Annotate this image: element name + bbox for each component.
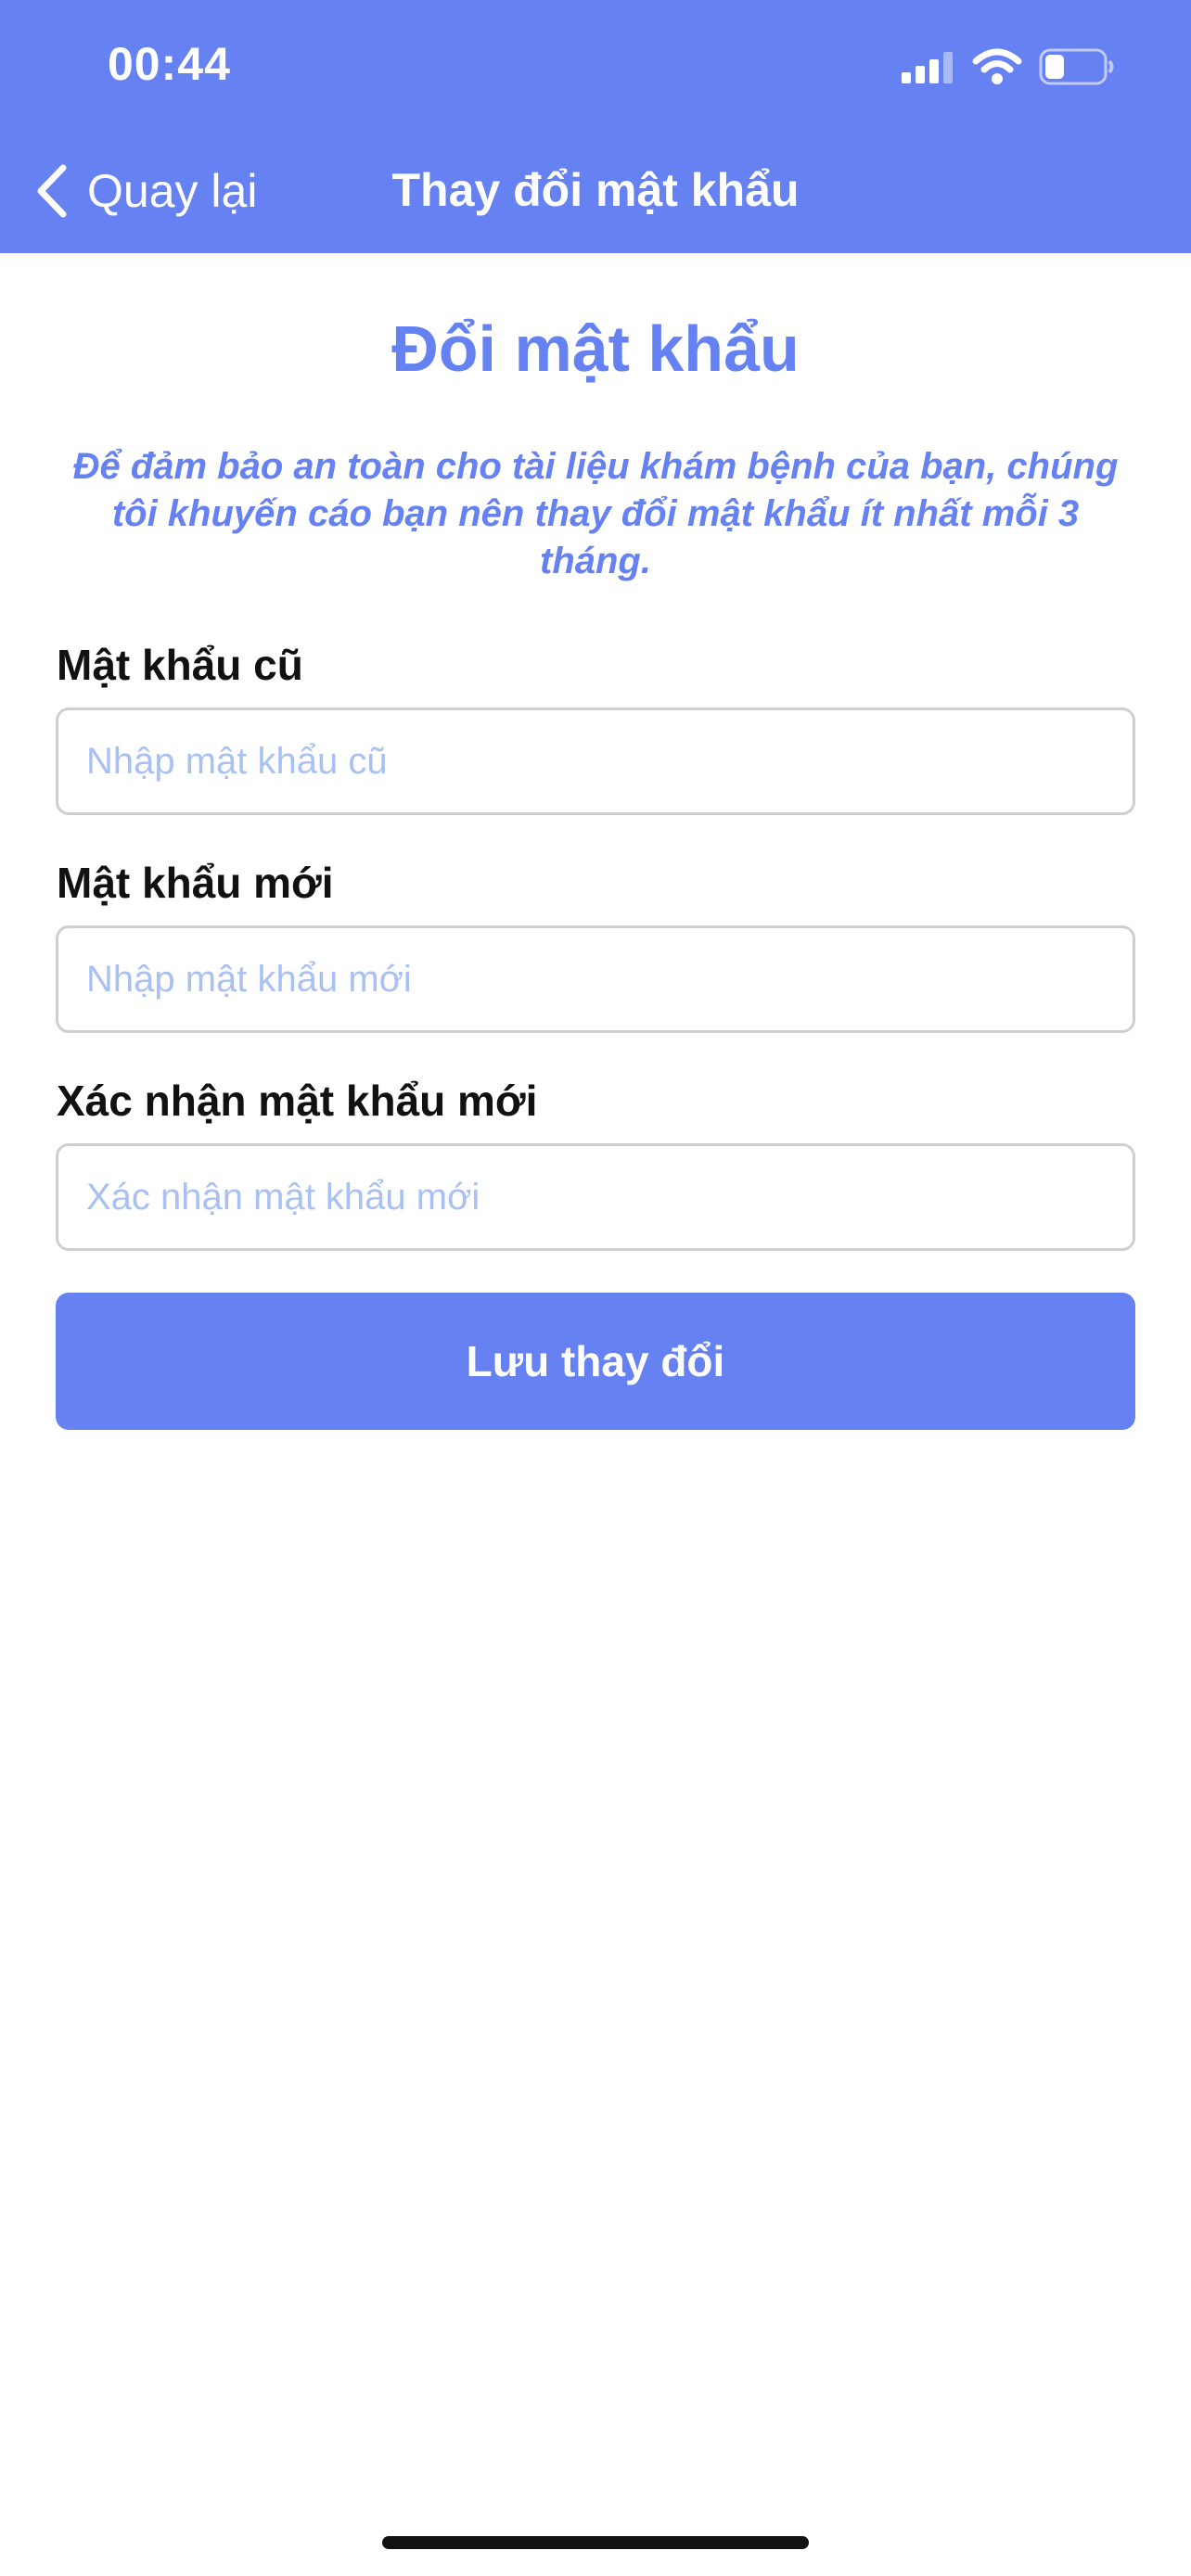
security-notice: Để đảm bảo an toàn cho tài liệu khám bện…	[72, 446, 1119, 581]
confirm-password-input[interactable]	[56, 1143, 1135, 1251]
old-password-input[interactable]	[56, 708, 1135, 815]
old-password-label: Mật khẩu cũ	[57, 641, 303, 689]
wifi-icon	[972, 48, 1022, 84]
status-time: 00:44	[108, 38, 231, 90]
save-button[interactable]: Lưu thay đổi	[56, 1293, 1135, 1430]
confirm-password-label: Xác nhận mật khẩu mới	[57, 1077, 538, 1125]
new-password-label: Mật khẩu mới	[57, 859, 334, 907]
home-indicator[interactable]	[382, 2536, 809, 2549]
battery-icon	[1039, 48, 1114, 85]
signal-icon	[902, 52, 953, 83]
new-password-input[interactable]	[56, 925, 1135, 1033]
app-header: 00:44 Quay lại Thay đổi mật khẩu	[0, 0, 1191, 253]
page-title: Đổi mật khẩu	[391, 312, 800, 385]
nav-title: Thay đổi mật khẩu	[391, 164, 800, 216]
